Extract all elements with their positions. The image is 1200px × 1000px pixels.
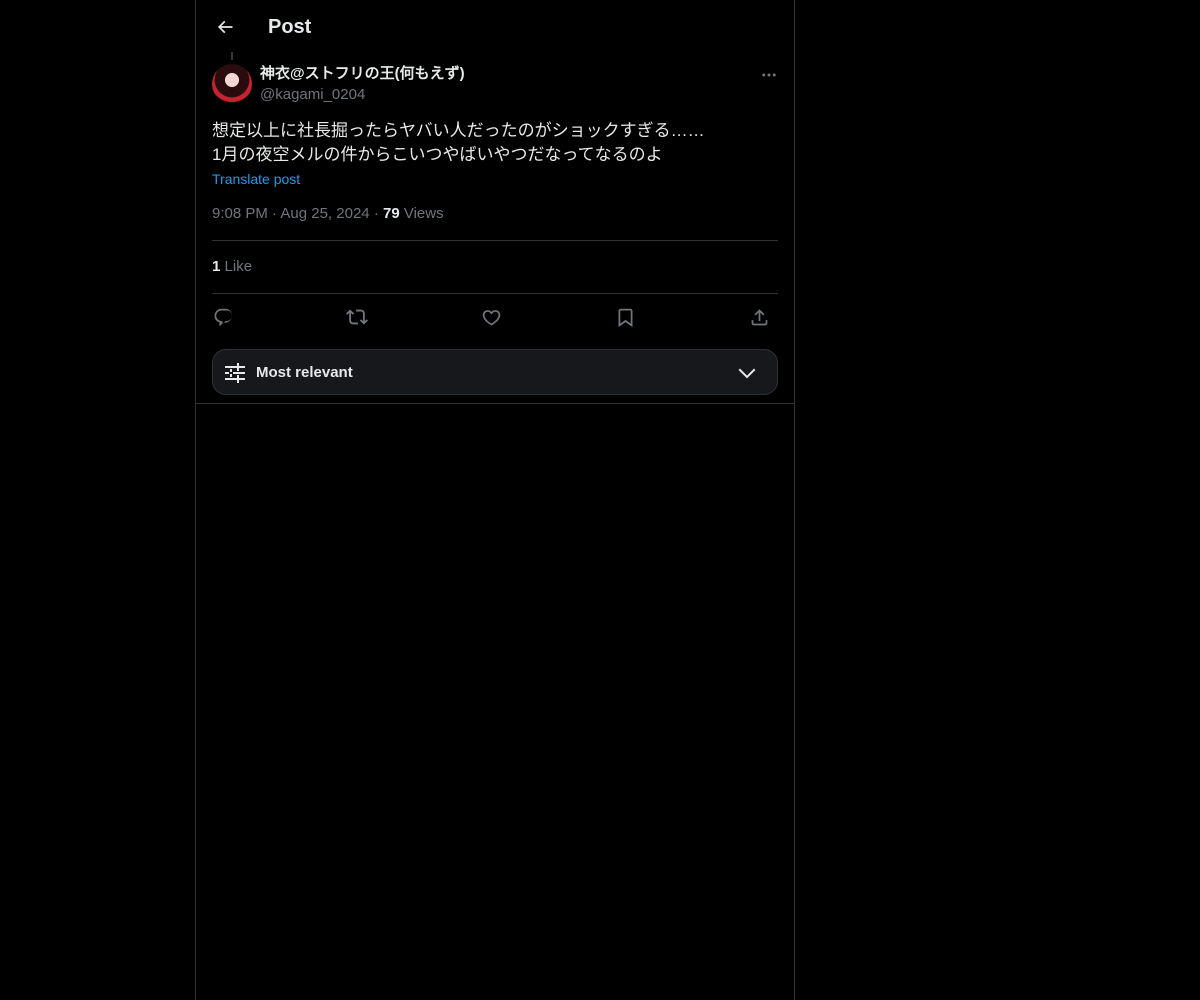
back-button[interactable] [208, 10, 242, 44]
likes-label: Like [224, 258, 253, 275]
repost-button[interactable] [344, 304, 370, 330]
post-text-line: 想定以上に社長掘ったらヤバい人だったのがショックすぎる…… [212, 121, 705, 140]
share-button[interactable] [746, 304, 772, 330]
views-count: 79 [382, 205, 400, 222]
likes-count: 1 [212, 258, 221, 275]
divider [212, 293, 778, 294]
bookmark-icon [615, 307, 636, 328]
sort-label: Most relevant [256, 364, 353, 381]
section-divider [196, 403, 794, 404]
thread-connector-line [231, 52, 233, 60]
reply-sort-dropdown[interactable]: Most relevant [212, 349, 778, 395]
like-button[interactable] [478, 304, 504, 330]
translate-post-link[interactable]: Translate post [212, 170, 300, 188]
meta-separator: · [373, 205, 379, 222]
post-text-line: 1月の夜空メルの件からこいつやばいやつだなってなるのよ [212, 145, 663, 164]
post-meta: 9:08 PM · Aug 25, 2024 · 79 Views [212, 204, 444, 224]
avatar[interactable] [212, 64, 252, 104]
reply-icon [213, 307, 234, 328]
heart-icon [481, 307, 502, 328]
arrow-left-icon [215, 17, 235, 37]
chevron-down-icon [735, 361, 759, 385]
likes-summary[interactable]: 1 Like [212, 257, 252, 277]
post-date[interactable]: Aug 25, 2024 [280, 205, 369, 222]
bookmark-button[interactable] [612, 304, 638, 330]
author-name[interactable]: 神衣@ストフリの王(何もえず) [260, 64, 465, 84]
page-header: Post [196, 0, 794, 53]
more-horizontal-icon [760, 66, 778, 84]
meta-separator: · [272, 205, 278, 222]
repost-icon [346, 306, 368, 328]
share-icon [749, 307, 770, 328]
author-handle[interactable]: @kagami_0204 [260, 85, 365, 105]
primary-column: Post 神衣@ストフリの王(何もえず) @kagami_0204 想定以上に社… [195, 0, 795, 1000]
post-text: 想定以上に社長掘ったらヤバい人だったのがショックすぎる…… 1月の夜空メルの件か… [212, 119, 778, 167]
divider [212, 240, 778, 241]
views-label: Views [403, 205, 444, 222]
sliders-icon [223, 361, 247, 385]
post-actions-bar [212, 302, 778, 332]
more-options-button[interactable] [756, 62, 782, 88]
page-title: Post [268, 16, 312, 38]
reply-button[interactable] [210, 304, 236, 330]
post-time[interactable]: 9:08 PM [212, 205, 268, 222]
